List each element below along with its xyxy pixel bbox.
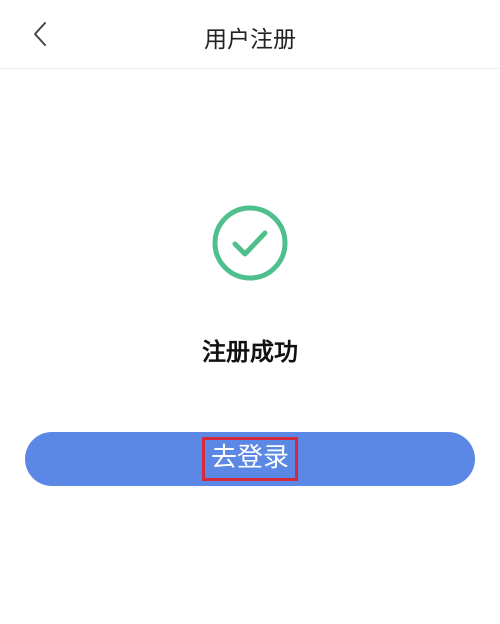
success-message: 注册成功 <box>202 338 298 366</box>
back-button[interactable] <box>20 14 60 54</box>
top-nav-bar: 用户注册 <box>0 0 500 69</box>
page-title: 用户注册 <box>204 27 296 53</box>
check-circle-icon <box>212 205 288 281</box>
go-to-login-button[interactable]: 去登录 <box>25 432 475 486</box>
login-button-label: 去登录 <box>201 437 298 481</box>
chevron-left-icon <box>34 22 46 46</box>
